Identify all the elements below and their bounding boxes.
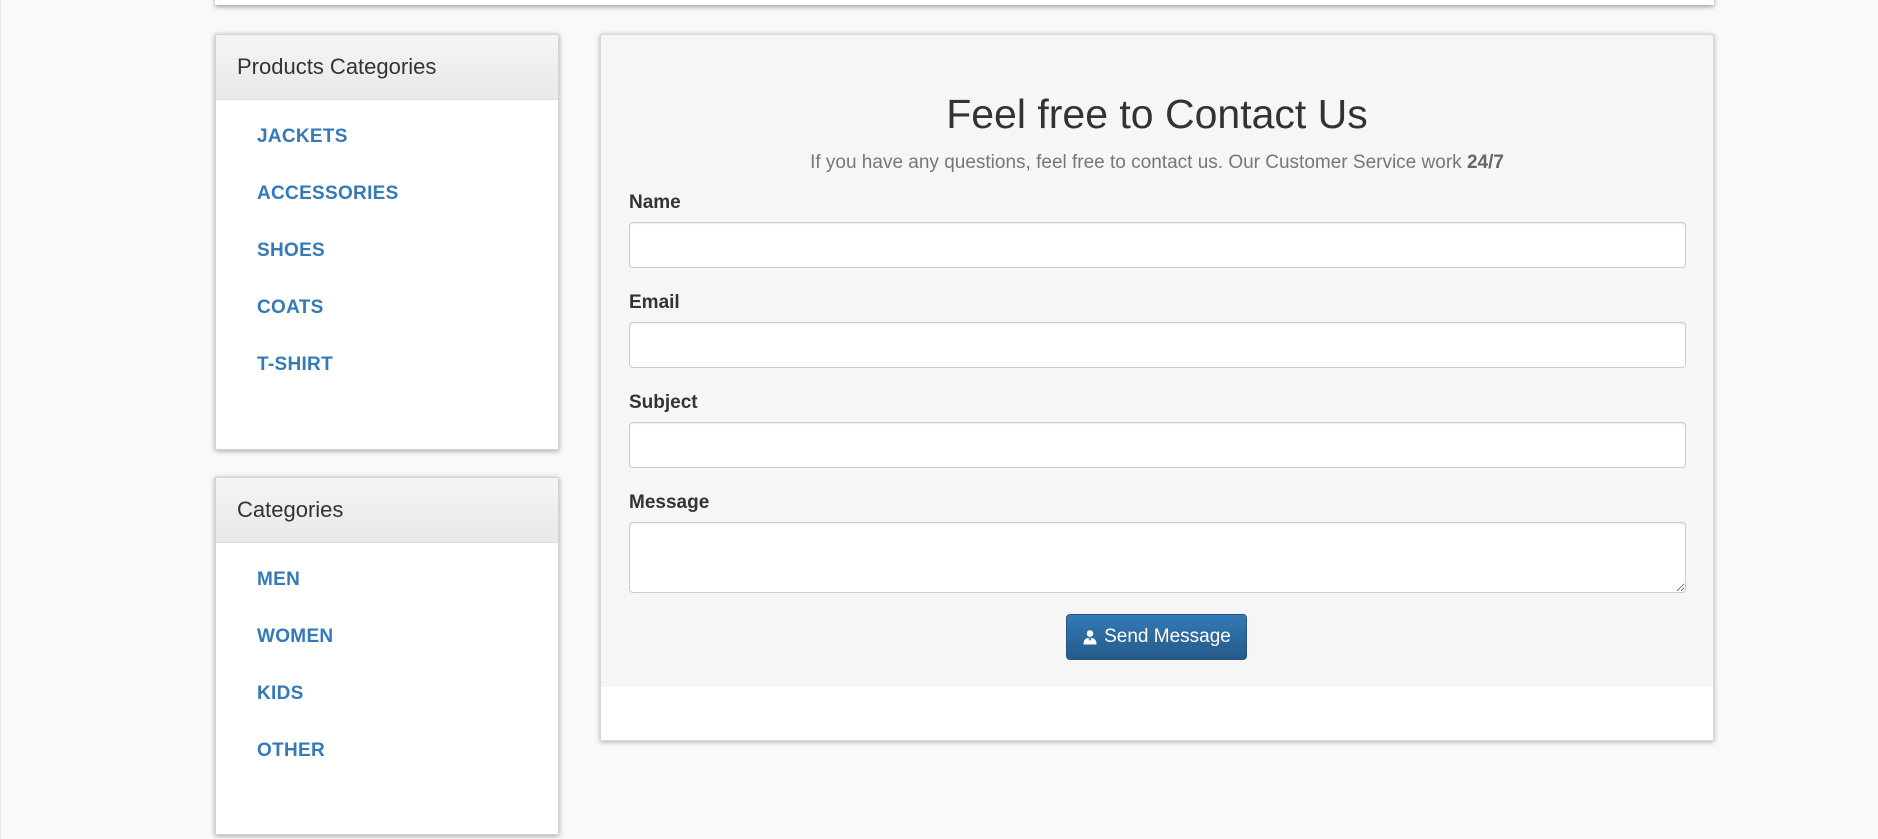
page-edge	[0, 0, 1, 839]
category-link-other[interactable]: OTHER	[257, 740, 325, 762]
list-item: T-SHIRT	[257, 354, 558, 411]
category-link-t-shirt[interactable]: T-SHIRT	[257, 354, 333, 376]
products-categories-panel: Products Categories JACKETS ACCESSORIES …	[215, 34, 559, 450]
top-bar	[215, 0, 1714, 5]
contact-box: Feel free to Contact Us If you have any …	[600, 34, 1714, 741]
message-field[interactable]	[629, 522, 1686, 593]
category-link-kids[interactable]: KIDS	[257, 683, 304, 705]
name-field[interactable]	[629, 222, 1686, 268]
contact-subtitle-text: If you have any questions, feel free to …	[810, 152, 1462, 173]
category-link-accessories[interactable]: ACCESSORIES	[257, 183, 399, 205]
category-link-women[interactable]: WOMEN	[257, 626, 333, 648]
subject-label: Subject	[629, 392, 698, 413]
send-message-label: Send Message	[1104, 626, 1231, 647]
send-message-button[interactable]: Send Message	[1066, 614, 1247, 660]
list-item: MEN	[257, 569, 558, 626]
subject-field[interactable]	[629, 422, 1686, 468]
category-link-shoes[interactable]: SHOES	[257, 240, 325, 262]
products-categories-list: JACKETS ACCESSORIES SHOES COATS T-SHIRT	[216, 100, 558, 411]
list-item: KIDS	[257, 683, 558, 740]
categories-panel: Categories MEN WOMEN KIDS OTHER	[215, 477, 559, 835]
email-label: Email	[629, 292, 680, 313]
category-link-coats[interactable]: COATS	[257, 297, 324, 319]
categories-list: MEN WOMEN KIDS OTHER	[216, 543, 558, 797]
contact-subtitle-emphasis: 24/7	[1466, 152, 1504, 173]
message-label: Message	[629, 492, 710, 513]
list-item: SHOES	[257, 240, 558, 297]
category-link-men[interactable]: MEN	[257, 569, 300, 591]
list-item: OTHER	[257, 740, 558, 797]
products-categories-heading: Products Categories	[216, 35, 558, 100]
categories-heading: Categories	[216, 478, 558, 543]
list-item: WOMEN	[257, 626, 558, 683]
category-link-jackets[interactable]: JACKETS	[257, 126, 348, 148]
list-item: ACCESSORIES	[257, 183, 558, 240]
contact-title: Feel free to Contact Us	[946, 91, 1368, 137]
list-item: COATS	[257, 297, 558, 354]
contact-subtitle: If you have any questions, feel free to …	[601, 151, 1713, 175]
user-icon	[1082, 629, 1098, 645]
list-item: JACKETS	[257, 126, 558, 183]
email-field[interactable]	[629, 322, 1686, 368]
contact-form: Feel free to Contact Us If you have any …	[601, 35, 1713, 687]
name-label: Name	[629, 192, 681, 213]
